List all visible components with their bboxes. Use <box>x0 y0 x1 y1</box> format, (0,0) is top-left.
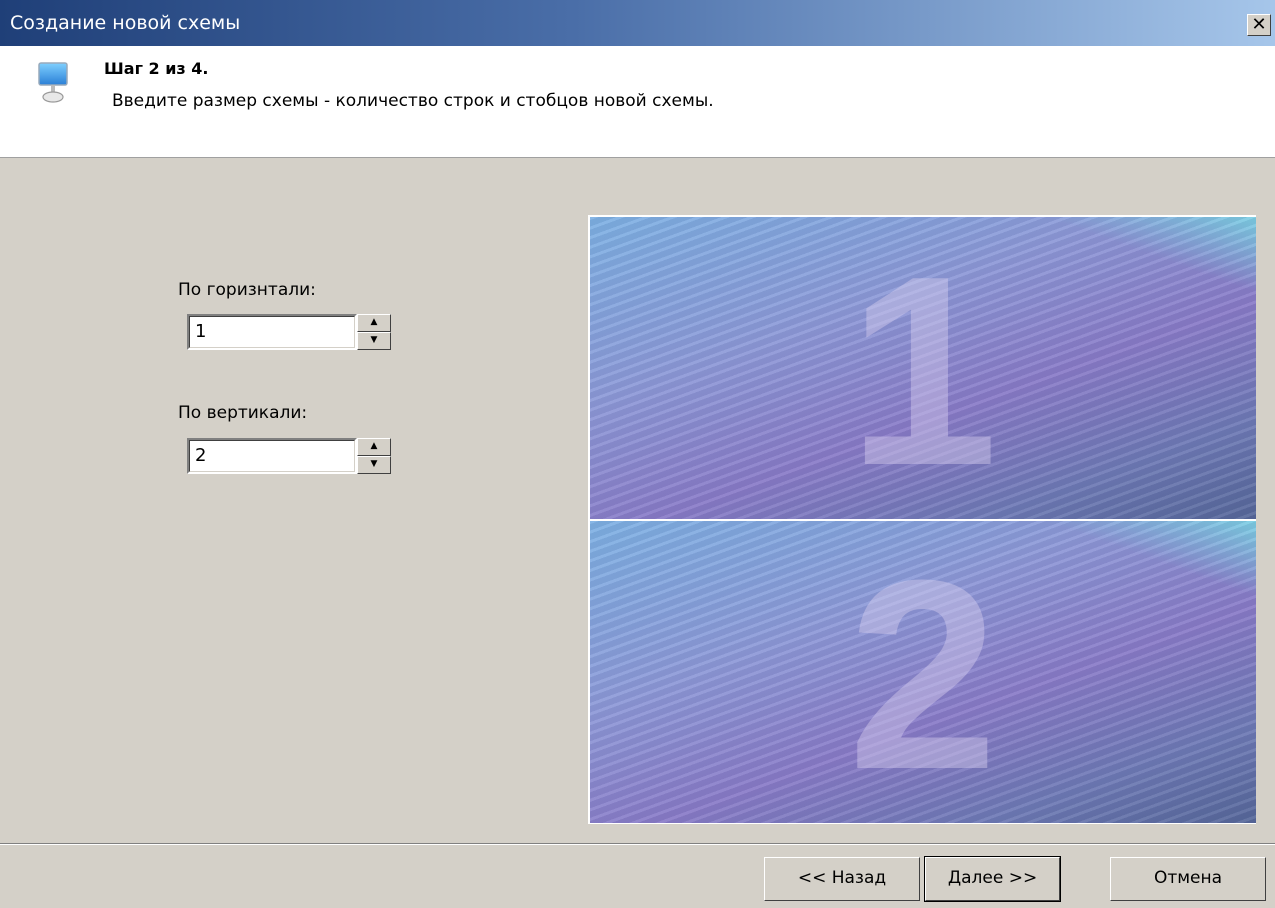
wizard-header: Шаг 2 из 4. Введите размер схемы - колич… <box>0 46 1275 158</box>
horizontal-label: По горизнтали: <box>178 280 316 300</box>
close-button[interactable]: ✕ <box>1247 14 1271 36</box>
vertical-spin-down-button[interactable]: ▼ <box>357 456 391 474</box>
step-description: Введите размер схемы - количество строк … <box>112 91 714 111</box>
preview-pane-1: 1 <box>590 217 1256 519</box>
horizontal-input[interactable]: 1 <box>187 314 357 350</box>
horizontal-spinner: ▲ ▼ <box>357 314 391 350</box>
cancel-button[interactable]: Отмена <box>1110 857 1266 901</box>
arrow-up-icon: ▲ <box>370 317 378 327</box>
monitor-icon <box>38 62 68 103</box>
arrow-down-icon: ▼ <box>370 335 378 345</box>
vertical-input[interactable]: 2 <box>187 438 357 474</box>
arrow-down-icon: ▼ <box>370 459 378 469</box>
back-button[interactable]: << Назад <box>764 857 920 901</box>
pane-number: 2 <box>847 525 999 823</box>
arrow-up-icon: ▲ <box>370 441 378 451</box>
horizontal-spin-up-button[interactable]: ▲ <box>357 314 391 332</box>
horizontal-spin-down-button[interactable]: ▼ <box>357 332 391 350</box>
close-icon: ✕ <box>1251 14 1267 35</box>
window-title: Создание новой схемы <box>10 12 241 34</box>
vertical-spin-up-button[interactable]: ▲ <box>357 438 391 456</box>
footer-separator <box>0 843 1275 845</box>
step-title: Шаг 2 из 4. <box>104 59 209 78</box>
vertical-spinner: ▲ ▼ <box>357 438 391 474</box>
vertical-label: По вертикали: <box>178 403 308 423</box>
preview-pane-2: 2 <box>590 521 1256 823</box>
layout-preview: 1 2 <box>588 215 1256 824</box>
title-bar: Создание новой схемы ✕ <box>0 0 1275 46</box>
pane-number: 1 <box>847 221 999 519</box>
next-button[interactable]: Далее >> <box>924 856 1061 902</box>
